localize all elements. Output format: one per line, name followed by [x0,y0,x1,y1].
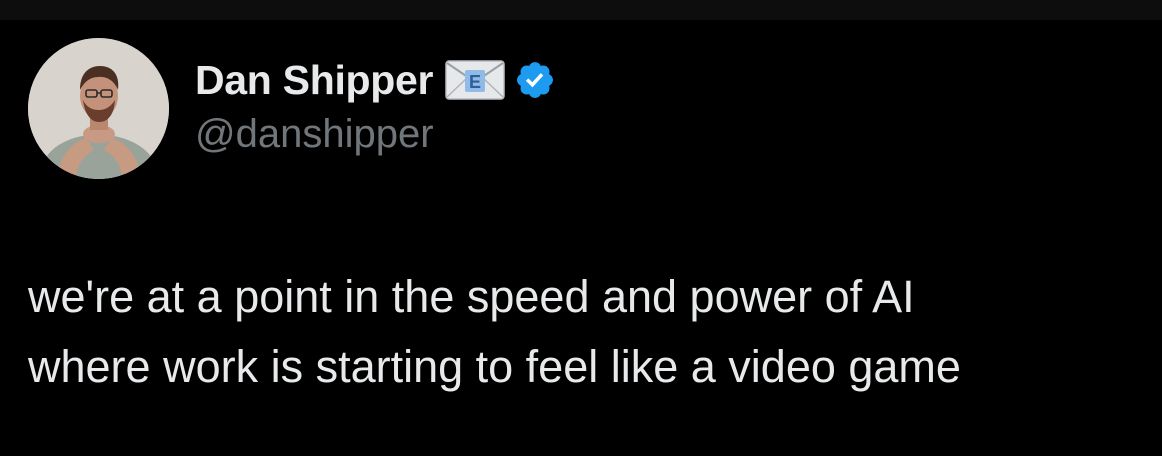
verified-badge-icon[interactable] [514,59,556,101]
user-handle[interactable]: @danshipper [195,112,434,157]
envelope-icon: E [445,60,505,100]
tweet-text-line: we're at a point in the speed and power … [28,271,915,322]
avatar[interactable] [28,38,169,179]
display-name[interactable]: Dan Shipper [195,57,433,104]
tweet-text-line: where work is starting to feel like a vi… [28,341,961,392]
svg-text:E: E [469,72,481,92]
tweet-text: we're at a point in the speed and power … [28,262,1153,402]
tweet-card: Dan Shipper E @danshipper we're at a poi… [0,0,1162,456]
name-row: Dan Shipper E [195,54,556,106]
avatar-image [28,38,169,179]
